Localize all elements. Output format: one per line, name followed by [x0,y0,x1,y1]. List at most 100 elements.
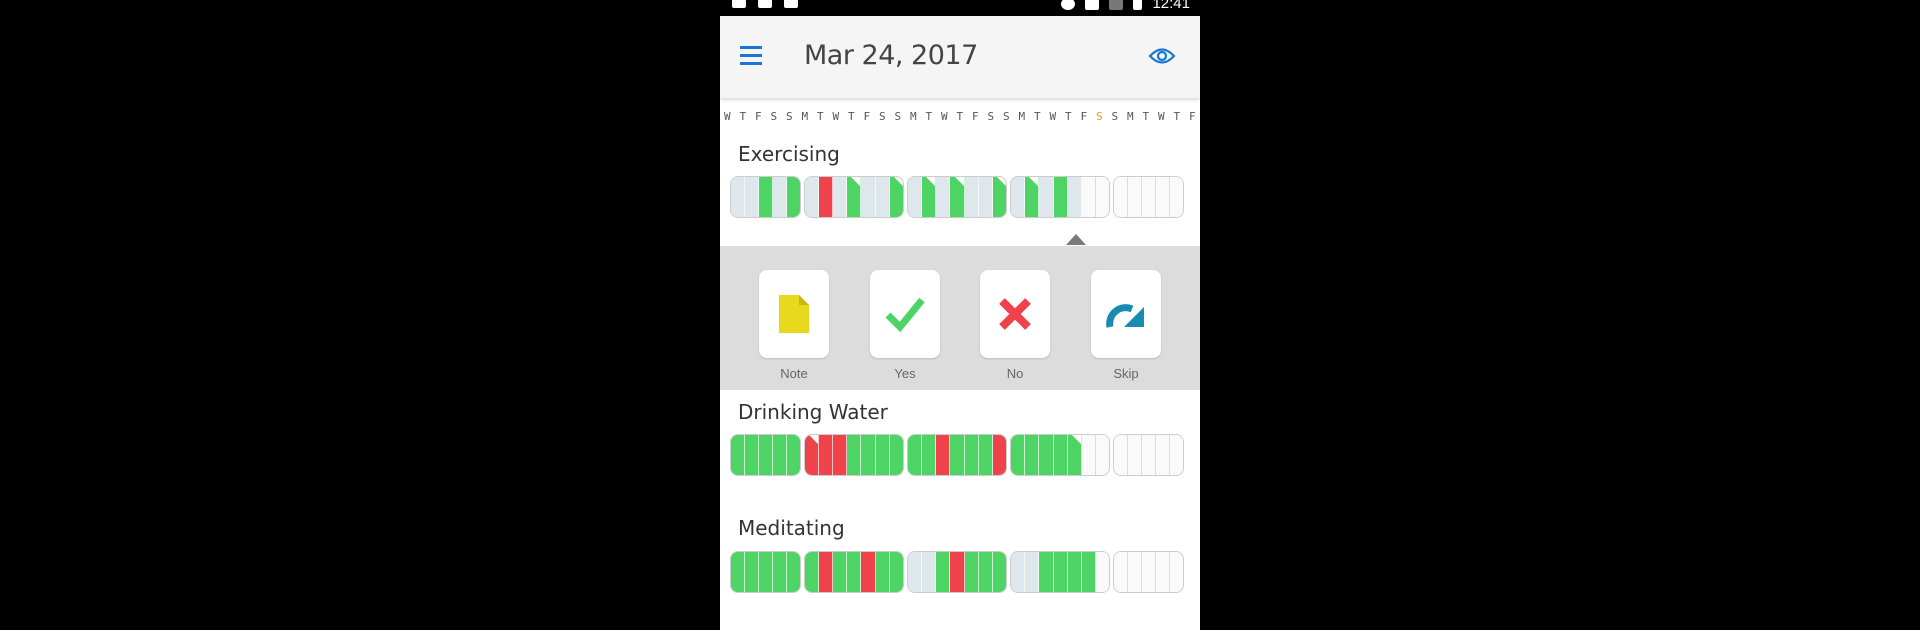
day-cell[interactable] [1081,177,1097,217]
week-block[interactable] [803,176,904,218]
day-cell[interactable] [833,177,848,217]
week-block[interactable] [1113,434,1185,476]
day-cell[interactable] [1011,435,1026,475]
day-cell[interactable] [1156,552,1171,592]
week-block[interactable] [1010,551,1111,593]
no-button[interactable]: No [980,270,1050,381]
day-cell[interactable] [758,552,773,592]
day-cell[interactable] [1142,552,1157,592]
day-cell[interactable] [772,435,787,475]
day-cell[interactable] [964,435,979,475]
day-cell[interactable] [1096,435,1110,475]
day-cell[interactable] [936,177,951,217]
day-cell[interactable] [1067,435,1082,475]
day-cell[interactable] [889,177,903,217]
day-cell[interactable] [922,552,937,592]
day-cell[interactable] [1053,552,1068,592]
day-cell[interactable] [861,552,876,592]
week-block[interactable] [730,551,801,593]
day-cell[interactable] [804,552,819,592]
day-cell[interactable] [889,552,903,592]
day-cell[interactable] [950,435,965,475]
menu-icon[interactable] [740,46,762,66]
habit-name-drinking-water[interactable]: Drinking Water [738,400,888,424]
week-block[interactable] [1113,176,1185,218]
day-cell[interactable] [1114,435,1129,475]
day-cell[interactable] [1081,435,1097,475]
week-block[interactable] [906,551,1008,593]
day-cell[interactable] [1142,435,1157,475]
day-cell[interactable] [1067,177,1082,217]
day-cell[interactable] [922,435,937,475]
day-cell[interactable] [731,552,745,592]
yes-button[interactable]: Yes [870,270,940,381]
day-cell[interactable] [1053,435,1068,475]
eye-icon[interactable] [1148,47,1176,65]
day-cell[interactable] [950,552,965,592]
day-cell[interactable] [992,552,1007,592]
day-cell[interactable] [936,552,951,592]
habit-name-exercising[interactable]: Exercising [738,142,840,166]
week-block[interactable] [1010,176,1111,218]
week-block[interactable] [803,551,904,593]
day-cell[interactable] [1156,177,1171,217]
day-cell[interactable] [1096,552,1110,592]
day-cell[interactable] [1170,177,1184,217]
day-cell[interactable] [875,552,890,592]
day-cell[interactable] [978,177,993,217]
day-cell[interactable] [1170,435,1184,475]
habit-strip-exercising[interactable] [730,176,1185,218]
day-cell[interactable] [1114,552,1129,592]
day-cell[interactable] [1011,552,1026,592]
day-cell[interactable] [847,435,862,475]
day-cell[interactable] [875,435,890,475]
day-cell[interactable] [1081,552,1097,592]
day-cell[interactable] [1096,177,1110,217]
day-cell[interactable] [922,177,937,217]
week-block[interactable] [730,434,801,476]
day-cell[interactable] [861,177,876,217]
week-block[interactable] [906,176,1008,218]
day-cell[interactable] [1025,552,1040,592]
day-cell[interactable] [964,552,979,592]
week-block[interactable] [1113,551,1185,593]
day-cell[interactable] [847,552,862,592]
day-cell[interactable] [936,435,951,475]
day-cell[interactable] [1156,435,1171,475]
day-cell[interactable] [786,177,800,217]
day-cell[interactable] [772,177,787,217]
day-cell[interactable] [1025,435,1040,475]
skip-button[interactable]: Skip [1091,270,1161,381]
day-cell[interactable] [818,435,834,475]
week-block[interactable] [1010,434,1111,476]
day-cell[interactable] [875,177,890,217]
week-block[interactable] [906,434,1008,476]
day-cell[interactable] [804,177,819,217]
day-cell[interactable] [1039,552,1054,592]
day-cell[interactable] [1053,177,1068,217]
day-cell[interactable] [1011,177,1026,217]
day-cell[interactable] [847,177,862,217]
day-cell[interactable] [772,552,787,592]
habit-name-meditating[interactable]: Meditating [738,516,845,540]
day-cell[interactable] [731,435,745,475]
day-cell[interactable] [804,435,819,475]
day-cell[interactable] [889,435,903,475]
day-cell[interactable] [818,552,834,592]
week-block[interactable] [730,176,801,218]
day-cell[interactable] [786,435,800,475]
day-cell[interactable] [1067,552,1082,592]
day-cell[interactable] [1025,177,1040,217]
day-cell[interactable] [907,552,923,592]
day-cell[interactable] [758,177,773,217]
week-block[interactable] [803,434,904,476]
day-cell[interactable] [978,552,993,592]
day-cell[interactable] [1142,177,1157,217]
day-cell[interactable] [786,552,800,592]
habit-strip-meditating[interactable] [730,551,1185,593]
habit-strip-drinking-water[interactable] [730,434,1185,476]
day-cell[interactable] [978,435,993,475]
day-cell[interactable] [907,435,923,475]
day-cell[interactable] [1114,177,1129,217]
day-cell[interactable] [744,435,759,475]
